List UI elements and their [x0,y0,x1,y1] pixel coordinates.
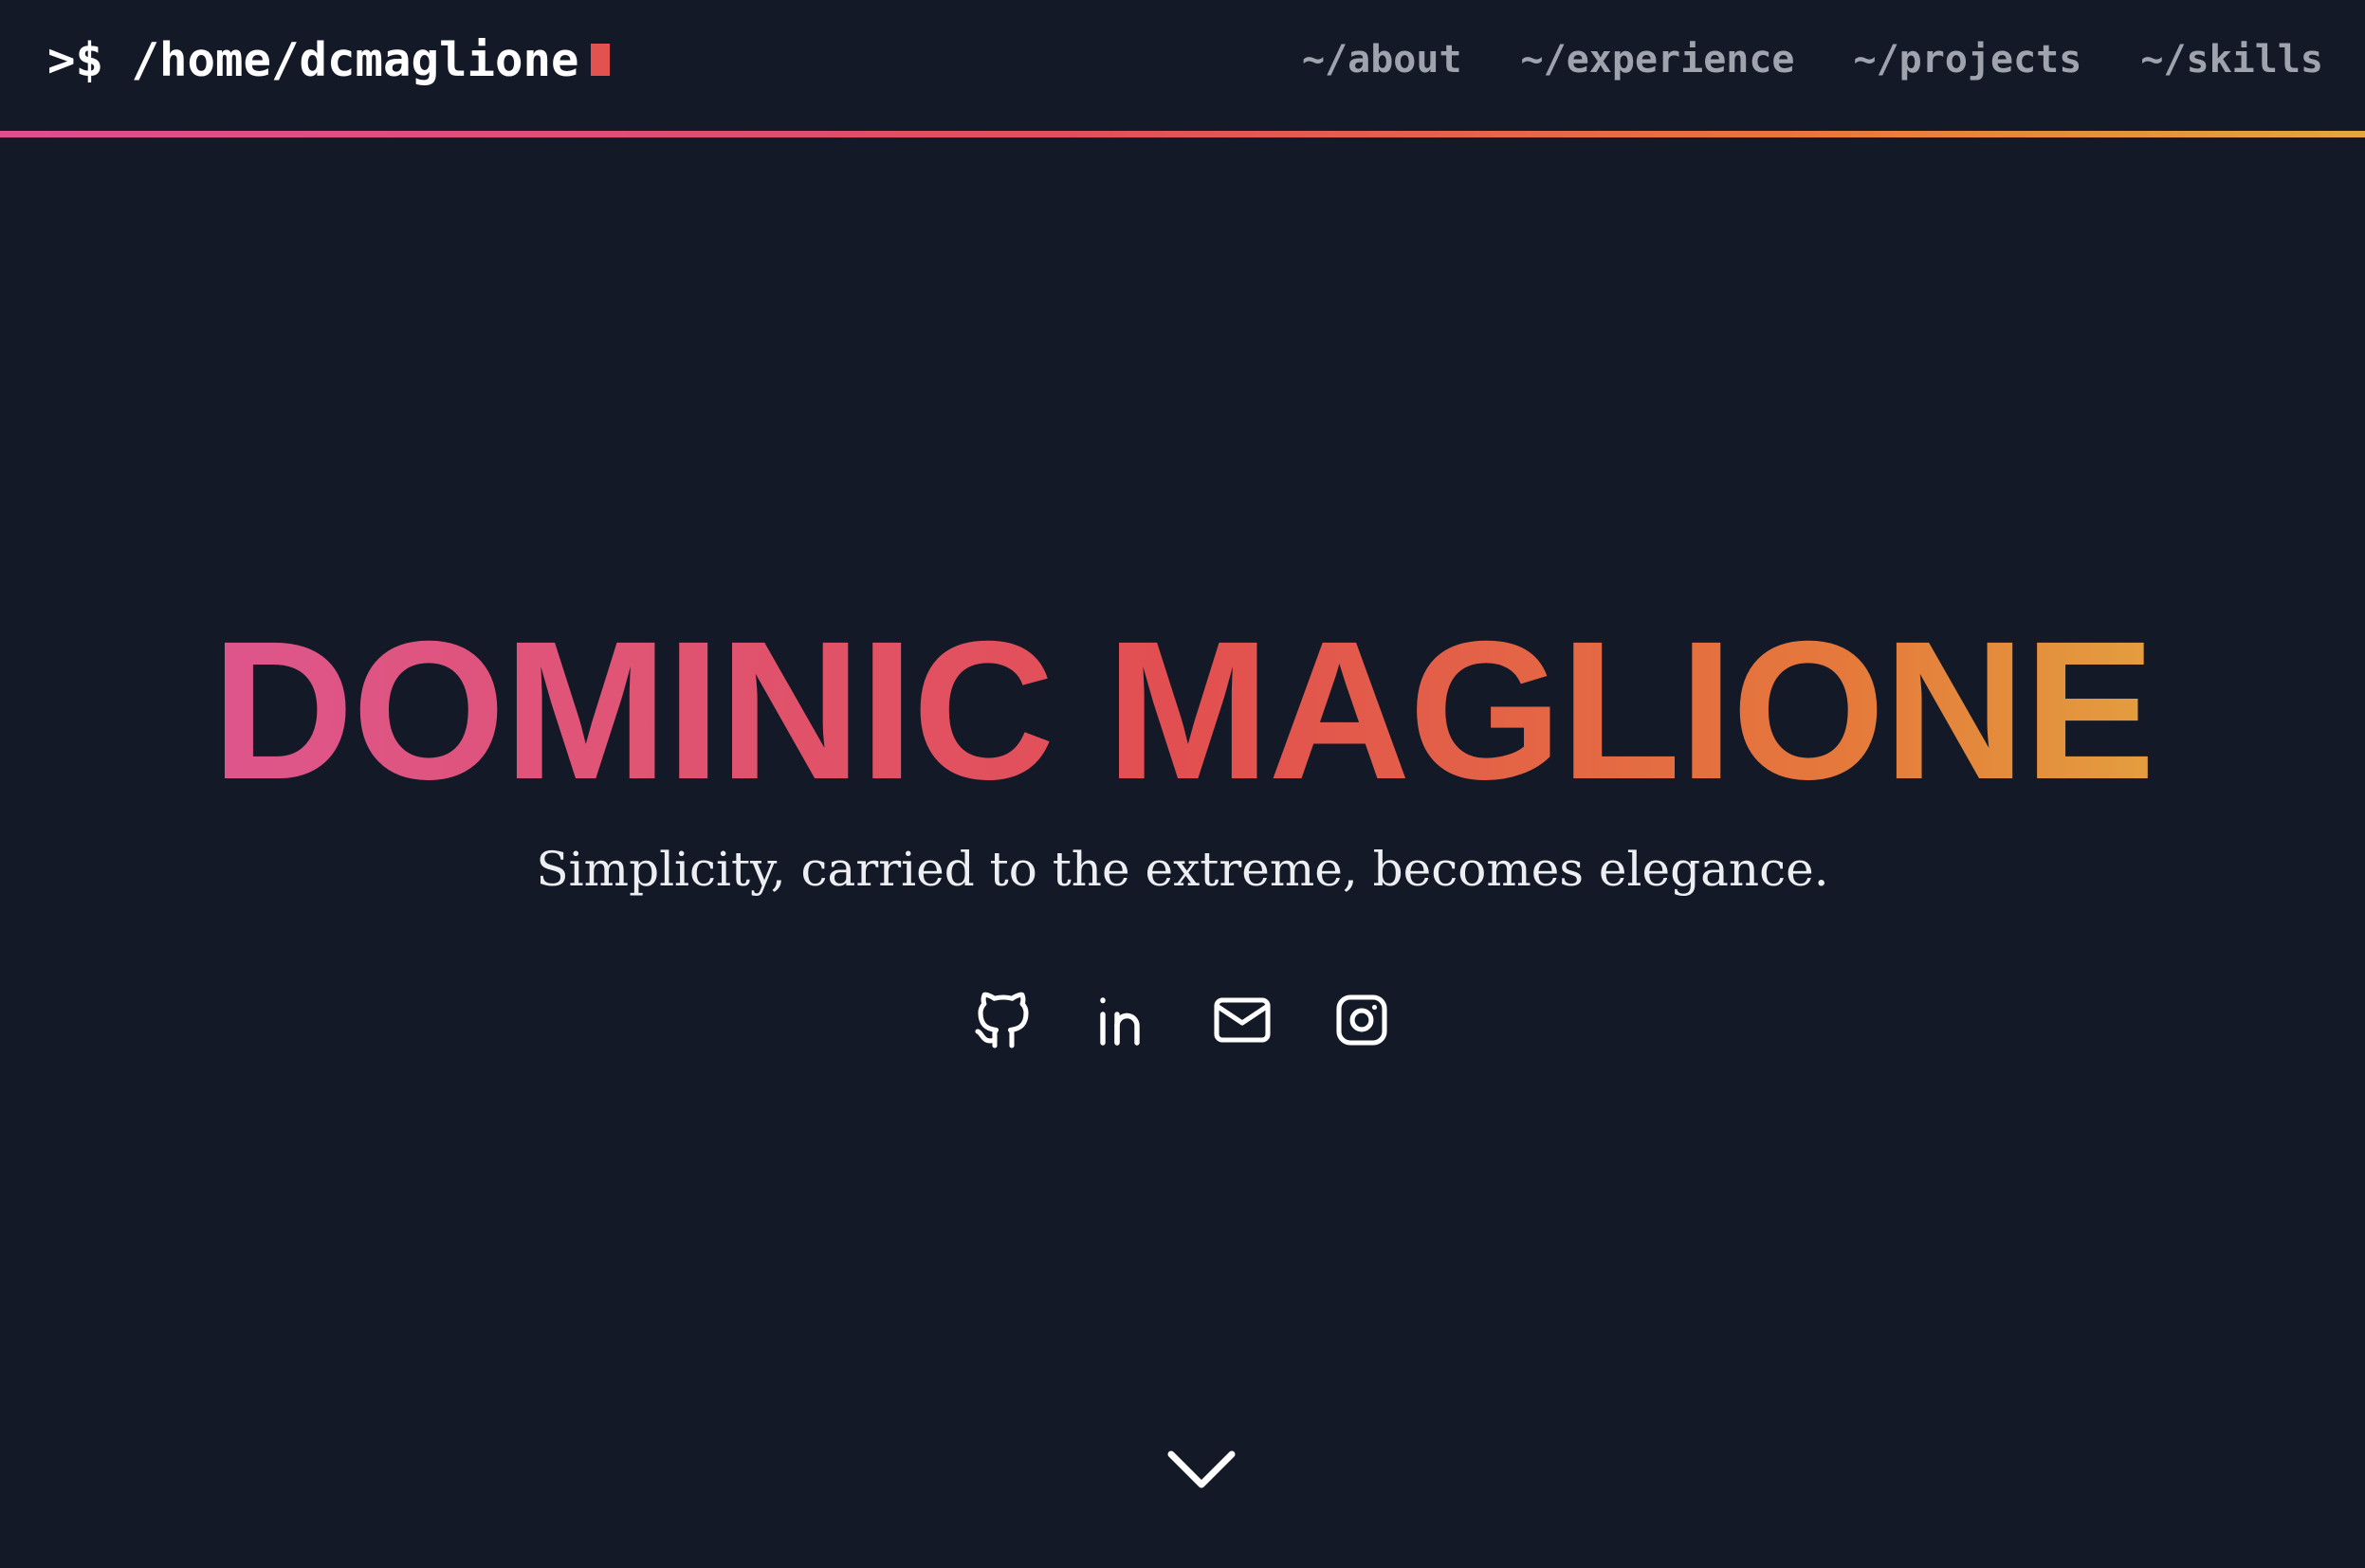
email-link[interactable] [1208,986,1276,1054]
instagram-link[interactable] [1328,986,1396,1054]
scroll-down-button[interactable] [1164,1441,1239,1498]
brand-link[interactable]: >$ /home/dcmaglione [47,27,610,93]
github-icon [975,992,1029,1048]
hero-name: DOMINIC MAGLIONE [0,607,2365,815]
linkedin-link[interactable] [1089,986,1157,1054]
nav-link-about[interactable]: ~/about [1302,38,1462,82]
nav-link-experience[interactable]: ~/experience [1521,38,1795,82]
top-navbar: >$ /home/dcmaglione ~/about ~/experience… [0,0,2365,131]
chevron-down-icon [1167,1450,1236,1488]
navbar-gradient-divider [0,131,2365,137]
nav-link-skills[interactable]: ~/skills [2140,38,2323,82]
linkedin-icon [1100,997,1140,1046]
instagram-icon [1336,994,1387,1046]
nav-link-projects[interactable]: ~/projects [1854,38,2082,82]
email-icon [1214,997,1271,1043]
nav-links: ~/about ~/experience ~/projects ~/skills [1243,27,2323,93]
social-links [0,986,2365,1054]
terminal-cursor [590,44,610,76]
hero-tagline: Simplicity, carried to the extreme, beco… [536,842,1829,897]
github-link[interactable] [969,986,1037,1054]
brand-text: >$ /home/dcmaglione [47,32,579,87]
